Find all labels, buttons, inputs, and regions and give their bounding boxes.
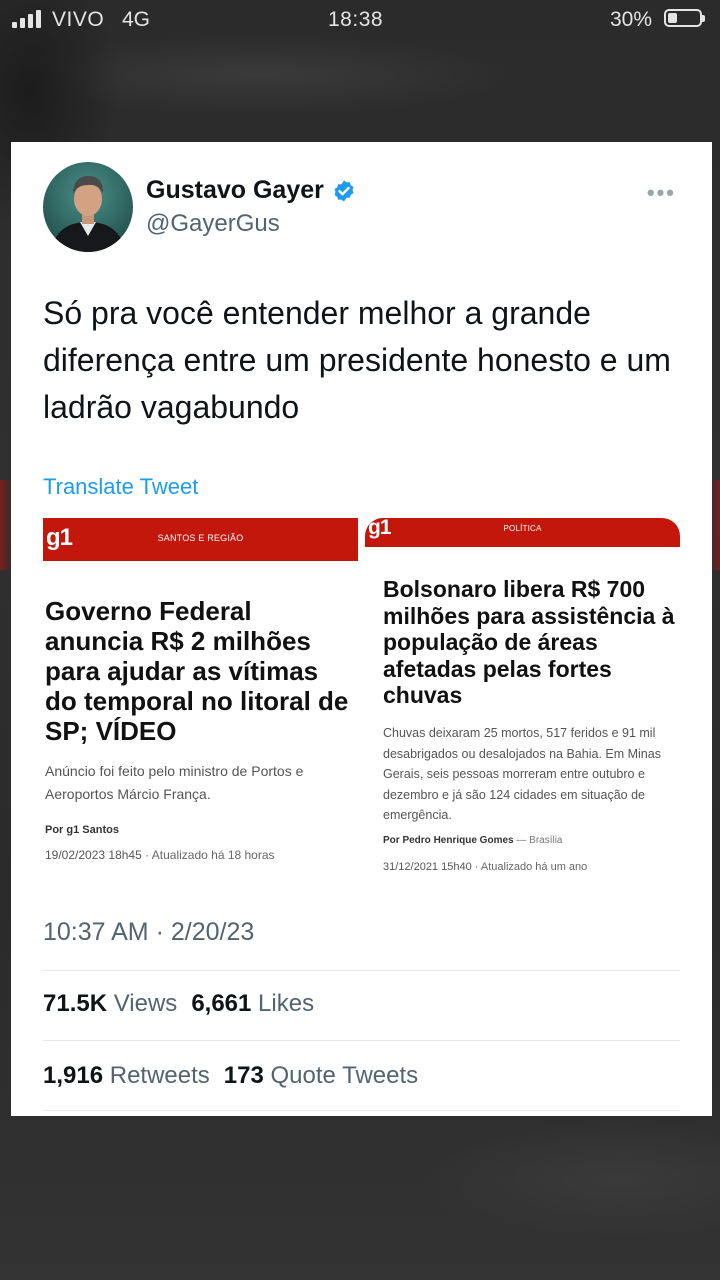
more-icon[interactable]: ••• (647, 180, 676, 206)
news-image-right[interactable]: g1 POLÍTICA Bolsonaro libera R$ 700 milh… (365, 516, 680, 878)
battery-icon (664, 9, 705, 27)
network-type: 4G (122, 8, 151, 31)
status-bar: VIVO 4G 18:38 30% (0, 0, 720, 40)
news-date-value: 19/02/2023 18h45 (45, 848, 142, 862)
news-date: 31/12/2021 15h40 · Atualizado há um ano (383, 861, 587, 873)
news-updated: · Atualizado há 18 horas (141, 848, 275, 862)
news-title: Governo Federal anuncia R$ 2 milhões par… (45, 596, 349, 746)
verified-badge-icon (334, 180, 354, 201)
avatar[interactable] (43, 162, 133, 252)
divider (43, 1040, 680, 1041)
news-title: Bolsonaro libera R$ 700 milhões para ass… (383, 576, 675, 708)
carrier-name: VIVO (52, 8, 105, 31)
views-stat[interactable]: 71.5K Views (43, 990, 177, 1017)
news-updated: · Atualizado há um ano (471, 861, 588, 873)
battery-percent: 30% (610, 8, 653, 31)
news-author: Por g1 Santos (45, 824, 119, 836)
divider (43, 1110, 680, 1111)
news-author-name: Por Pedro Henrique Gomes (383, 835, 514, 846)
news-header-bar: g1 POLÍTICA (365, 516, 680, 547)
retweets-stat[interactable]: 1,916 Retweets (43, 1062, 210, 1089)
tweet-card: Gustavo Gayer @GayerGus ••• Só pra você … (11, 142, 712, 1116)
views-likes-row: 71.5K Views 6,661 Likes (43, 990, 314, 1018)
quote-tweets-stat[interactable]: 173 Quote Tweets (224, 1062, 418, 1089)
status-clock: 18:38 (328, 8, 384, 31)
news-section: SANTOS E REGIÃO (157, 533, 244, 543)
news-subtitle: Chuvas deixaram 25 mortos, 517 feridos e… (383, 726, 661, 822)
tweet-timestamp[interactable]: 10:37 AM · 2/20/23 (43, 918, 254, 947)
news-place: — Brasília (513, 835, 563, 846)
signal-strength-icon (12, 10, 41, 28)
news-author: Por Pedro Henrique Gomes — Brasília (383, 835, 563, 846)
retweets-quotes-row: 1,916 Retweets 173 Quote Tweets (43, 1062, 418, 1090)
news-date-value: 31/12/2021 15h40 (383, 861, 472, 873)
handle[interactable]: @GayerGus (146, 210, 280, 238)
display-name[interactable]: Gustavo Gayer (146, 176, 356, 205)
divider (43, 970, 680, 971)
translate-tweet-link[interactable]: Translate Tweet (43, 474, 198, 500)
news-subtitle: Anúncio foi feito pelo ministro de Porto… (45, 763, 304, 802)
tweet-text: Só pra você entender melhor a grande dif… (43, 295, 671, 425)
news-image-left[interactable]: g1 SANTOS E REGIÃO Governo Federal anunc… (43, 518, 358, 878)
news-header-bar: g1 SANTOS E REGIÃO (43, 518, 358, 561)
likes-stat[interactable]: 6,661 Likes (191, 990, 314, 1017)
news-section: POLÍTICA (503, 524, 542, 533)
news-date: 19/02/2023 18h45 · Atualizado há 18 hora… (45, 848, 275, 862)
